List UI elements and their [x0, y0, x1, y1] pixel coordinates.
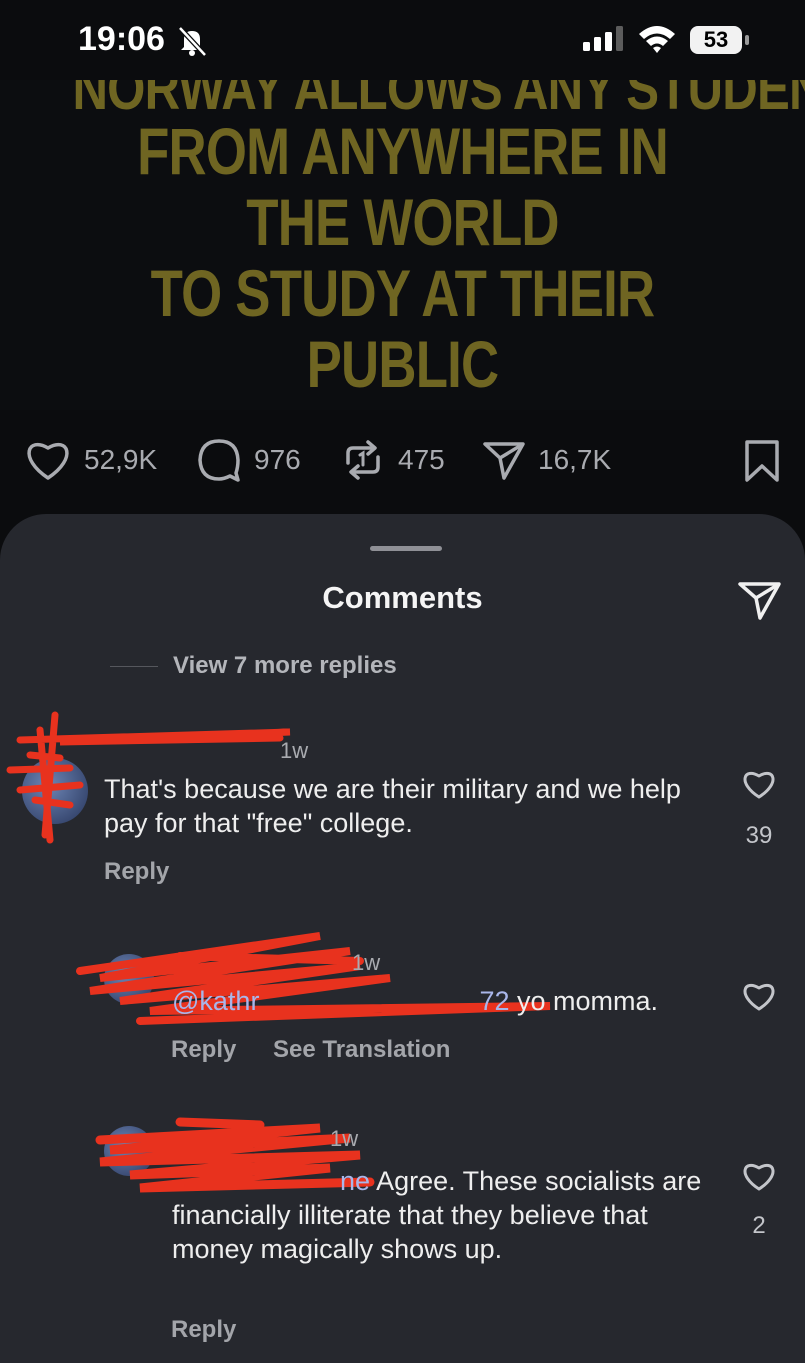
repost-icon [346, 440, 380, 480]
comment-time: 1w [280, 738, 309, 763]
battery-tip [745, 35, 749, 45]
comment-body: ne Agree. These socialists are financial… [172, 1164, 722, 1266]
avatar[interactable] [104, 954, 154, 1004]
share-action[interactable]: 16,7K [482, 430, 611, 490]
sheet-drag-handle[interactable] [370, 546, 442, 551]
share-icon[interactable] [737, 578, 783, 622]
view-more-divider [110, 666, 158, 667]
like-action[interactable]: 52,9K [24, 430, 157, 490]
headline-line: COLLEGES TUITION-FREE [81, 400, 725, 411]
like-count: 52,9K [84, 444, 158, 475]
bookmark-icon[interactable] [742, 438, 782, 484]
user-mention-tail[interactable]: 72 [479, 986, 509, 1016]
see-translation-button[interactable]: See Translation [273, 1036, 450, 1064]
heart-icon[interactable] [741, 768, 777, 800]
comment-count: 976 [254, 444, 301, 475]
comments-sheet: Comments View 7 more replies 1w That's b… [0, 514, 805, 1363]
post-action-bar: 52,9K 976 475 16,7K [0, 430, 805, 490]
reply-button[interactable]: Reply [171, 1036, 236, 1064]
status-time: 19:06 [78, 20, 165, 58]
comment-like-count: 39 [745, 822, 773, 849]
headline-line: TO STUDY AT THEIR PUBLIC [150, 256, 655, 401]
comment-time: 1w [330, 1126, 359, 1151]
signal-icon [583, 26, 623, 51]
repost-count: 475 [398, 444, 445, 475]
comment-body: @kathr 72 yo momma. [172, 984, 732, 1018]
comment-action[interactable]: 976 [196, 430, 301, 490]
comment-text: yo momma. [517, 986, 659, 1016]
avatar[interactable] [22, 758, 88, 824]
screen: 19:06 53 NORWAY ALLOWS ANY STUDENT FROM … [0, 0, 805, 1363]
comment-text: That's because we are their military and… [104, 774, 681, 838]
wifi-icon [639, 26, 675, 53]
heart-icon[interactable] [741, 1160, 777, 1192]
share-icon [483, 442, 525, 480]
heart-icon[interactable] [741, 980, 777, 1012]
view-more-replies[interactable]: View 7 more replies [173, 652, 397, 680]
share-count: 16,7K [538, 444, 612, 475]
battery-indicator: 53 [690, 26, 742, 54]
post-image[interactable]: NORWAY ALLOWS ANY STUDENT FROM ANYWHERE … [0, 80, 805, 410]
repost-action[interactable]: 475 [340, 430, 445, 490]
comment-time: 1w [352, 950, 381, 975]
reply-button[interactable]: Reply [171, 1316, 236, 1344]
user-mention[interactable]: @kathr [172, 986, 259, 1016]
comments-title: Comments [322, 580, 483, 615]
bell-slash-icon [178, 26, 207, 56]
status-bar: 19:06 53 [0, 0, 805, 80]
user-mention[interactable]: ne [340, 1166, 370, 1196]
reply-button[interactable]: Reply [104, 858, 169, 886]
headline-line: FROM ANYWHERE IN THE WORLD [137, 114, 669, 259]
comment-like-count: 2 [752, 1212, 766, 1239]
heart-icon [27, 442, 69, 480]
comment-icon [198, 439, 240, 482]
comment-text: Agree. These socialists are financially … [172, 1166, 702, 1264]
avatar[interactable] [104, 1126, 154, 1176]
post-headline: FROM ANYWHERE IN THE WORLD TO STUDY AT T… [81, 114, 725, 411]
